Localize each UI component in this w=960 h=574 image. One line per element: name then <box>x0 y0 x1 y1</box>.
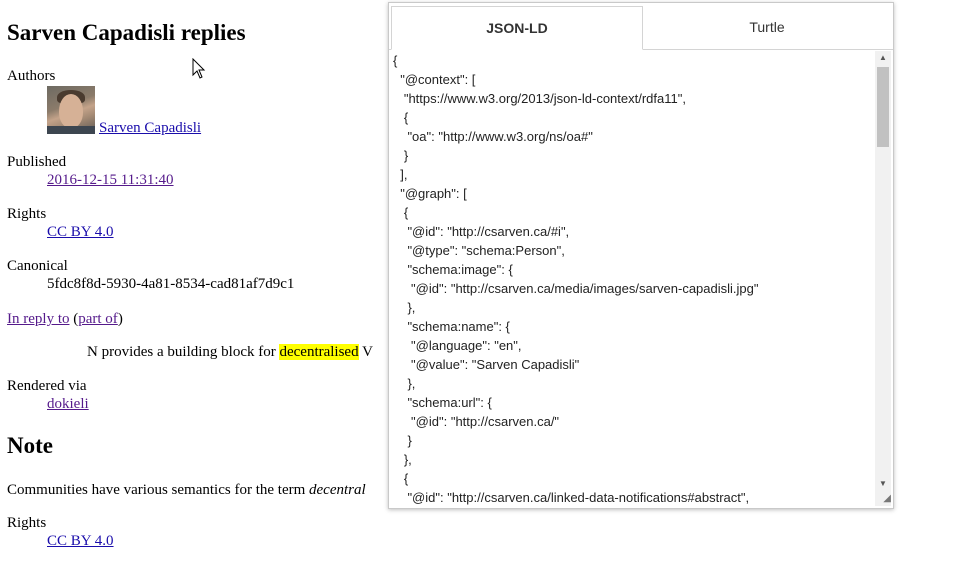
page-title: Sarven Capadisli replies <box>7 20 246 45</box>
published-label: Published <box>7 154 67 170</box>
scroll-down-icon[interactable]: ▼ <box>875 477 891 491</box>
note-rights-label: Rights <box>7 515 47 531</box>
resize-handle-icon[interactable]: ◢ <box>875 491 891 506</box>
code-line: "@language": "en", <box>393 338 522 353</box>
quote-excerpt: N provides a building block for decentra… <box>87 344 373 361</box>
tab-json-ld[interactable]: JSON-LD <box>391 6 643 50</box>
quote-text: N provides a building block for <box>87 344 280 360</box>
reply-context: In reply to (part of) <box>7 311 123 328</box>
rights-label: Rights <box>7 206 47 222</box>
avatar[interactable] <box>47 86 95 134</box>
scroll-thumb[interactable] <box>877 67 889 147</box>
note-heading: Note <box>7 433 53 458</box>
code-line: "@id": "http://csarven.ca/linked-data-no… <box>393 490 750 505</box>
code-line: "@id": "http://csarven.ca/" <box>393 414 560 429</box>
code-line: "@graph": [ <box>393 186 467 201</box>
quote-text-tail: V <box>358 344 373 360</box>
part-of-link[interactable]: part of <box>78 311 118 327</box>
code-textarea[interactable]: { "@context": [ "https://www.w3.org/2013… <box>393 51 873 506</box>
in-reply-to-link[interactable]: In reply to <box>7 311 69 327</box>
published-date-link[interactable]: 2016-12-15 11:31:40 <box>47 172 174 189</box>
scroll-up-icon[interactable]: ▲ <box>875 51 891 65</box>
code-line: "@type": "schema:Person", <box>393 243 565 258</box>
code-line: "@id": "http://csarven.ca/media/images/s… <box>393 281 759 296</box>
code-line: "oa": "http://www.w3.org/ns/oa#" <box>393 129 593 144</box>
highlighted-term: decentralised <box>279 344 359 360</box>
format-tabs: JSON-LD Turtle <box>389 3 893 50</box>
code-line: }, <box>393 300 416 315</box>
code-line: { <box>393 53 398 68</box>
code-line: "https://www.w3.org/2013/json-ld-context… <box>393 91 686 106</box>
code-line: { <box>393 205 409 220</box>
code-line: "@value": "Sarven Capadisli" <box>393 357 580 372</box>
code-line: "schema:url": { <box>393 395 492 410</box>
authors-label: Authors <box>7 68 56 84</box>
code-line: }, <box>393 376 416 391</box>
source-view-panel: JSON-LD Turtle { "@context": [ "https://… <box>388 2 894 509</box>
mouse-pointer-icon <box>192 58 206 79</box>
tab-turtle[interactable]: Turtle <box>642 6 892 48</box>
dokieli-link[interactable]: dokieli <box>47 396 89 413</box>
paren-close: ) <box>117 311 123 327</box>
code-line: "schema:image": { <box>393 262 513 277</box>
note-rights-license-link[interactable]: CC BY 4.0 <box>47 533 114 550</box>
canonical-id: 5fdc8f8d-5930-4a81-8534-cad81af7d9c1 <box>47 276 295 292</box>
canonical-label: Canonical <box>7 258 68 274</box>
code-line: { <box>393 110 409 125</box>
code-line: } <box>393 148 409 163</box>
vertical-scrollbar[interactable]: ▲ ▼ <box>875 51 891 491</box>
rights-license-link[interactable]: CC BY 4.0 <box>47 224 114 241</box>
code-line: ], <box>393 167 408 182</box>
code-line: { <box>393 471 409 486</box>
code-line: } <box>393 433 412 448</box>
note-text: Communities have various semantics for t… <box>7 482 366 498</box>
code-line: }, <box>393 452 412 467</box>
code-line: "schema:name": { <box>393 319 510 334</box>
code-line: "@context": [ <box>393 72 476 87</box>
rendered-via-label: Rendered via <box>7 378 87 394</box>
code-line: "@id": "http://csarven.ca/#i", <box>393 224 570 239</box>
author-link[interactable]: Sarven Capadisli <box>99 120 201 137</box>
